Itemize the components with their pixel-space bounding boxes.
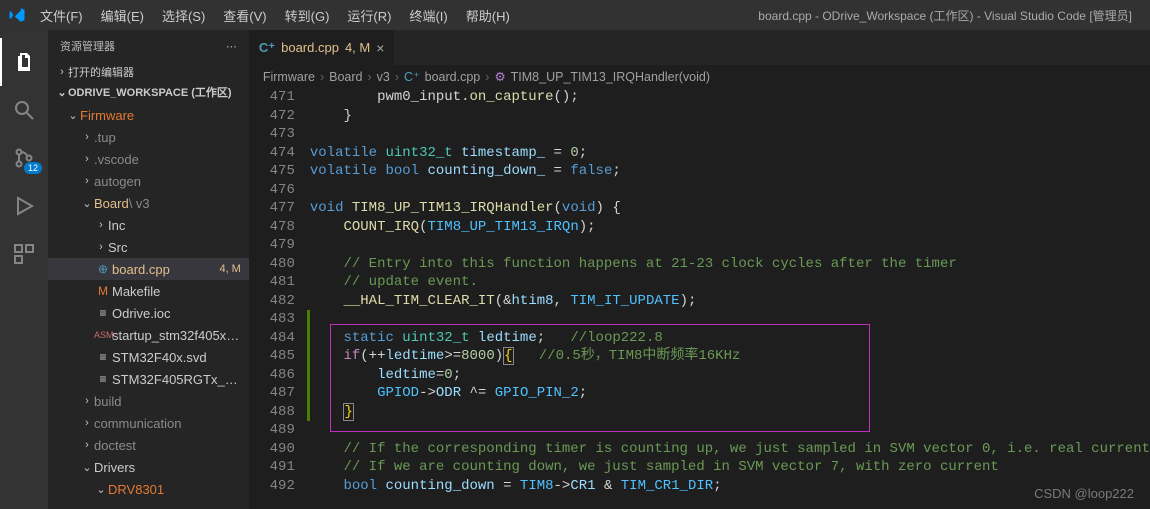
file-icon: ≡ (94, 306, 112, 320)
line-gutter: 471472473 474475476 477478479 480481482 … (259, 88, 307, 509)
tree-flashld[interactable]: ≡STM32F405RGTx_FLASH.ld (48, 368, 249, 390)
sidebar-title: 资源管理器 (60, 38, 115, 54)
tree-autogen[interactable]: ›autogen (48, 170, 249, 192)
tab-bar: C⁺ board.cpp 4, M × (249, 30, 1150, 65)
cpp-icon: C⁺ (259, 40, 275, 56)
code-content[interactable]: pwm0_input.on_capture(); } volatile uint… (310, 88, 1150, 509)
window-title: board.cpp - ODrive_Workspace (工作区) - Vis… (518, 7, 1142, 24)
close-icon[interactable]: × (376, 40, 384, 56)
code-area[interactable]: 471472473 474475476 477478479 480481482 … (249, 88, 1150, 509)
makefile-icon: M (94, 284, 112, 298)
file-tree: ⌄Firmware ›.tup ›.vscode ›autogen ⌄Board… (48, 102, 249, 502)
file-icon: ≡ (94, 350, 112, 364)
tree-board[interactable]: ⌄Board\ v3 (48, 192, 249, 214)
tree-tup[interactable]: ›.tup (48, 126, 249, 148)
debug-icon[interactable] (0, 182, 48, 230)
scm-icon[interactable]: 12 (0, 134, 48, 182)
search-icon[interactable] (0, 86, 48, 134)
open-editors-section[interactable]: › 打开的编辑器 (48, 62, 249, 82)
menu-terminal[interactable]: 终端(I) (401, 2, 455, 29)
tree-boardcpp[interactable]: ⊕board.cpp4, M (48, 258, 249, 280)
editor: C⁺ board.cpp 4, M × Firmware› Board› v3›… (249, 30, 1150, 509)
scm-badge: 12 (24, 162, 42, 174)
watermark: CSDN @loop222 (1034, 486, 1134, 501)
menu-edit[interactable]: 编辑(E) (93, 2, 152, 29)
cpp-icon: ⊕ (94, 262, 112, 276)
titlebar: 文件(F) 编辑(E) 选择(S) 查看(V) 转到(G) 运行(R) 终端(I… (0, 0, 1150, 30)
tree-firmware[interactable]: ⌄Firmware (48, 104, 249, 126)
tab-boardcpp[interactable]: C⁺ board.cpp 4, M × (249, 30, 396, 65)
tab-filename: board.cpp (281, 40, 339, 55)
tree-drv8301[interactable]: ⌄DRV8301 (48, 478, 249, 500)
workspace-label: ODRIVE_WORKSPACE (工作区) (68, 84, 232, 100)
tree-svd[interactable]: ≡STM32F40x.svd (48, 346, 249, 368)
tree-src[interactable]: ›Src (48, 236, 249, 258)
more-icon[interactable]: ⋯ (226, 40, 237, 53)
open-editors-label: 打开的编辑器 (68, 64, 134, 80)
menu-view[interactable]: 查看(V) (215, 2, 274, 29)
explorer-icon[interactable] (0, 38, 48, 86)
breadcrumb[interactable]: Firmware› Board› v3› C⁺board.cpp› ⚙TIM8_… (249, 65, 1150, 88)
sidebar: 资源管理器 ⋯ › 打开的编辑器 ⌄ ODRIVE_WORKSPACE (工作区… (48, 30, 249, 509)
tree-makefile[interactable]: MMakefile (48, 280, 249, 302)
tree-doctest[interactable]: ›doctest (48, 434, 249, 456)
chevron-down-icon: ⌄ (56, 86, 68, 99)
vscode-icon (8, 6, 26, 24)
menu-select[interactable]: 选择(S) (154, 2, 213, 29)
tab-status: 4, M (345, 40, 370, 55)
tree-build[interactable]: ›build (48, 390, 249, 412)
tree-odriveioc[interactable]: ≡Odrive.ioc (48, 302, 249, 324)
activity-bar: 12 (0, 30, 48, 509)
menu-bar: 文件(F) 编辑(E) 选择(S) 查看(V) 转到(G) 运行(R) 终端(I… (32, 2, 518, 29)
chevron-right-icon: › (56, 66, 68, 78)
file-icon: ≡ (94, 372, 112, 386)
sidebar-header: 资源管理器 ⋯ (48, 30, 249, 62)
menu-help[interactable]: 帮助(H) (458, 2, 518, 29)
extensions-icon[interactable] (0, 230, 48, 278)
tree-drivers[interactable]: ⌄Drivers (48, 456, 249, 478)
tree-startup[interactable]: ASMstartup_stm32f405xx.s (48, 324, 249, 346)
menu-go[interactable]: 转到(G) (277, 2, 338, 29)
tree-inc[interactable]: ›Inc (48, 214, 249, 236)
asm-icon: ASM (94, 330, 112, 340)
menu-file[interactable]: 文件(F) (32, 2, 91, 29)
tree-communication[interactable]: ›communication (48, 412, 249, 434)
menu-run[interactable]: 运行(R) (339, 2, 399, 29)
tree-vscode[interactable]: ›.vscode (48, 148, 249, 170)
workspace-section[interactable]: ⌄ ODRIVE_WORKSPACE (工作区) (48, 82, 249, 102)
